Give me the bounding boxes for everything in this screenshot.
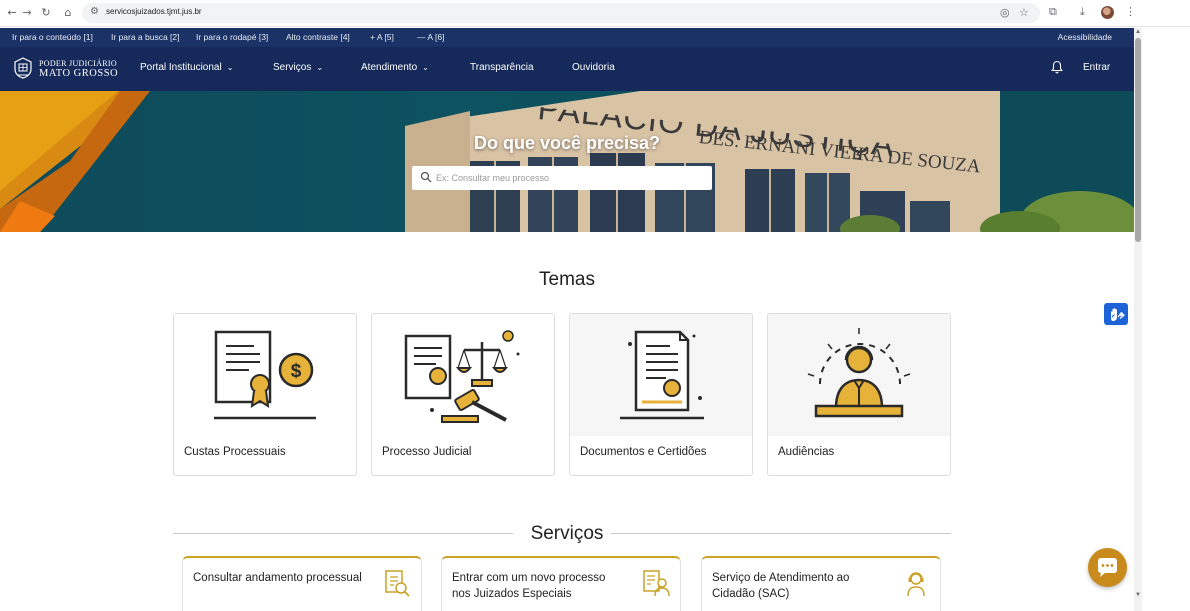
download-icon[interactable]: ⤓ [1080, 5, 1085, 19]
servicos-title: Serviços [530, 523, 604, 544]
scrollbar-thumb[interactable] [1135, 38, 1141, 242]
hero-search-box[interactable] [412, 166, 712, 190]
scales-gavel-icon [372, 314, 554, 436]
servico-card-sac[interactable]: Serviço de Atendimento ao Cidadão (SAC) [701, 556, 941, 611]
browser-menu-icon[interactable]: ⋮ [1125, 5, 1136, 18]
tjmt-logo[interactable]: Poder Judiciário Mato Grosso [11, 56, 119, 82]
temas-title: Temas [539, 269, 595, 290]
home-icon[interactable]: ⌂ [61, 6, 75, 20]
page: ← → ↻ ⌂ ⚙ servicosjuizados.tjmt.jus.br ◎… [0, 0, 1190, 611]
chevron-down-icon: ⌄ [316, 63, 324, 72]
search-icon [420, 171, 432, 183]
browser-toolbar: ← → ↻ ⌂ ⚙ servicosjuizados.tjmt.jus.br ◎… [0, 0, 1190, 27]
bell-icon[interactable] [1051, 60, 1063, 74]
nav-portal-institucional[interactable]: Portal Institucional ⌄ [140, 62, 233, 73]
tema-card-processo-judicial[interactable]: Processo Judicial [371, 313, 555, 476]
forward-arrow-icon[interactable]: → [20, 6, 34, 20]
tema-card-audiencias[interactable]: Audiências [767, 313, 951, 476]
nav-label: Ouvidoria [572, 62, 615, 73]
scroll-up-arrow-icon[interactable]: ▲ [1135, 29, 1141, 35]
nav-transparencia[interactable]: Transparência [470, 62, 534, 73]
tema-card-label: Documentos e Certidões [580, 446, 707, 458]
nav-label: Portal Institucional [140, 62, 222, 73]
bookmark-star-icon[interactable]: ☆ [1019, 6, 1029, 19]
back-arrow-icon[interactable]: ← [5, 6, 19, 20]
accessibility-bar: Ir para o conteúdo [1] Ir para a busca [… [0, 28, 1134, 47]
login-button[interactable]: Entrar [1083, 62, 1110, 73]
skip-to-content-link[interactable]: Ir para o conteúdo [1] [12, 32, 93, 42]
nav-label: Serviços [273, 62, 312, 73]
url-text[interactable]: servicosjuizados.tjmt.jus.br [106, 7, 202, 16]
logo-line-1: Poder Judiciário [39, 59, 117, 68]
nav-servicos[interactable]: Serviços ⌄ [273, 62, 323, 73]
site-info-icon[interactable]: ⚙ [90, 6, 99, 17]
extensions-icon[interactable]: ⧉ [1049, 5, 1057, 19]
servico-card-label: Entrar com um novo processo nos Juizados… [452, 572, 606, 600]
servico-card-label: Serviço de Atendimento ao Cidadão (SAC) [712, 572, 850, 600]
skip-to-search-link[interactable]: Ir para a busca [2] [111, 32, 180, 42]
tema-card-documentos-certidoes[interactable]: Documentos e Certidões [569, 313, 753, 476]
nav-label: Transparência [470, 62, 534, 73]
chevron-down-icon: ⌄ [226, 63, 234, 72]
document-search-icon [385, 570, 410, 597]
decrease-font-link[interactable]: — A [6] [417, 32, 444, 42]
coat-of-arms-icon [14, 57, 32, 79]
main-navigation: Poder Judiciário Mato Grosso Portal Inst… [0, 47, 1134, 91]
servico-card-consultar-andamento[interactable]: Consultar andamento processual [182, 556, 422, 611]
hero-title: Do que você precisa? [473, 133, 661, 153]
tema-card-custas[interactable]: $ Custas Processuais [173, 313, 357, 476]
address-bar[interactable]: ⚙ servicosjuizados.tjmt.jus.br ◎ ☆ [82, 3, 1040, 23]
logo-line-2: Mato Grosso [39, 68, 119, 79]
chat-button[interactable] [1088, 548, 1127, 587]
profile-avatar[interactable] [1101, 6, 1114, 19]
tema-card-label: Processo Judicial [382, 446, 472, 458]
certificate-dollar-icon: $ [174, 314, 356, 436]
increase-font-link[interactable]: + A [5] [370, 32, 394, 42]
nav-ouvidoria[interactable]: Ouvidoria [572, 62, 615, 73]
chat-bubble-icon [1098, 558, 1117, 577]
document-person-icon [643, 570, 670, 597]
tema-card-label: Audiências [778, 446, 835, 458]
headset-person-icon [907, 572, 925, 597]
servico-card-label: Consultar andamento processual [193, 572, 362, 584]
hands-sign-language-icon [1111, 308, 1125, 321]
tema-card-label: Custas Processuais [184, 446, 286, 458]
nav-label: Atendimento [361, 62, 418, 73]
svg-text:$: $ [291, 361, 302, 382]
document-certificate-icon [570, 314, 752, 436]
vlibras-accessibility-button[interactable] [1104, 303, 1128, 325]
search-input[interactable] [436, 169, 706, 187]
nav-atendimento[interactable]: Atendimento ⌄ [361, 62, 429, 73]
accessibility-link[interactable]: Acessibilidade [1058, 32, 1112, 42]
hero-banner: PALÁCIO DA JUSTIÇA DES. ERNANI VIEIRA DE… [0, 91, 1134, 232]
eye-off-icon[interactable]: ◎ [1000, 6, 1010, 19]
scroll-down-arrow-icon[interactable]: ▼ [1135, 592, 1141, 598]
servico-card-novo-processo[interactable]: Entrar com um novo processo nos Juizados… [441, 556, 681, 611]
skip-to-footer-link[interactable]: Ir para o rodapé [3] [196, 32, 268, 42]
high-contrast-link[interactable]: Alto contraste [4] [286, 32, 350, 42]
reload-icon[interactable]: ↻ [39, 6, 53, 20]
chevron-down-icon: ⌄ [422, 63, 429, 72]
hearing-attendant-icon [768, 314, 950, 436]
